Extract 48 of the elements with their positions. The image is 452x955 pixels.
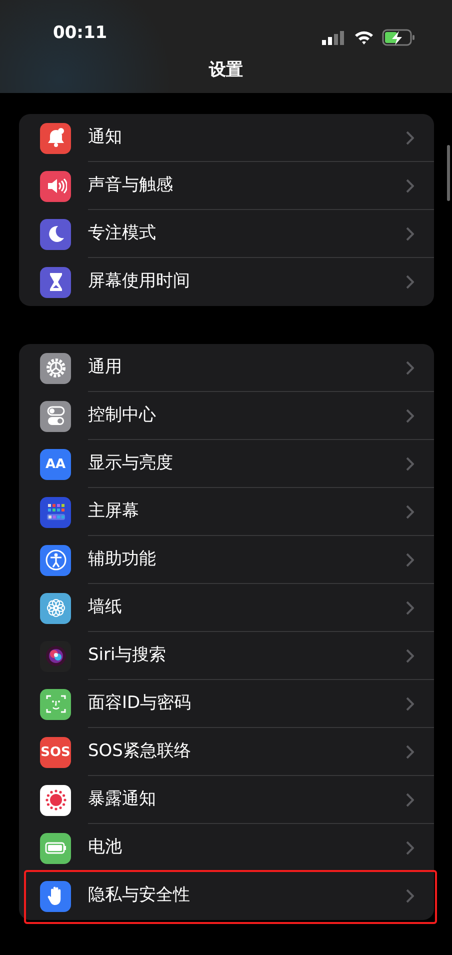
setting-label[interactable]: 隐私与安全性 [88,883,190,909]
toggles-icon [44,405,66,427]
setting-label[interactable]: 电池 [88,834,122,860]
chevron-icon [406,792,414,806]
setting-label[interactable]: SOS紧急联络 [88,738,191,764]
setting-label[interactable]: 暴露通知 [88,786,156,812]
setting-label[interactable]: 主屏幕 [88,498,139,524]
setting-label[interactable]: 墙纸 [88,594,122,620]
chevron-icon [406,226,414,240]
signal-icon [322,30,346,46]
wifi-icon [354,30,374,45]
chevron-icon [406,840,414,854]
chevron-icon [406,889,414,903]
page-title: 设置 [208,59,244,82]
setting-label[interactable]: 面容ID与密码 [88,690,192,716]
chevron-icon [406,456,414,470]
chevron-icon [406,552,414,566]
chevron-icon [406,130,414,144]
accessibility-icon [44,549,66,571]
chevron-icon [406,648,414,662]
chevron-icon [406,600,414,614]
chevron-icon [406,504,414,518]
icon-label: SOS [40,746,70,758]
chevron-icon [406,275,414,289]
face-id-icon [44,693,66,715]
dotted-circle-icon [44,789,66,811]
chevron-icon [406,744,414,758]
setting-label[interactable]: 声音与触感 [88,172,173,198]
scroll-indicator [447,145,450,201]
setting-label[interactable]: 显示与亮度 [88,450,173,476]
chevron-icon [406,408,414,422]
chevron-icon [406,696,414,710]
app-grid-icon [44,501,66,523]
setting-label[interactable]: 专注模式 [88,220,156,246]
gear-icon [44,357,66,379]
setting-label[interactable]: 通用 [88,354,122,380]
flower-icon [44,597,66,619]
chevron-icon [406,178,414,192]
status-time: 00:11 [53,22,108,44]
icon-label: AA [45,458,66,470]
battery-charging-icon [382,29,416,46]
setting-label[interactable]: 屏幕使用时间 [88,269,190,295]
chevron-icon [406,360,414,374]
orb-icon [44,645,66,667]
setting-label[interactable]: 通知 [88,124,122,150]
setting-label[interactable]: Siri与搜索 [88,642,166,668]
setting-label[interactable]: 辅助功能 [88,546,156,572]
setting-label[interactable]: 控制中心 [88,402,156,428]
